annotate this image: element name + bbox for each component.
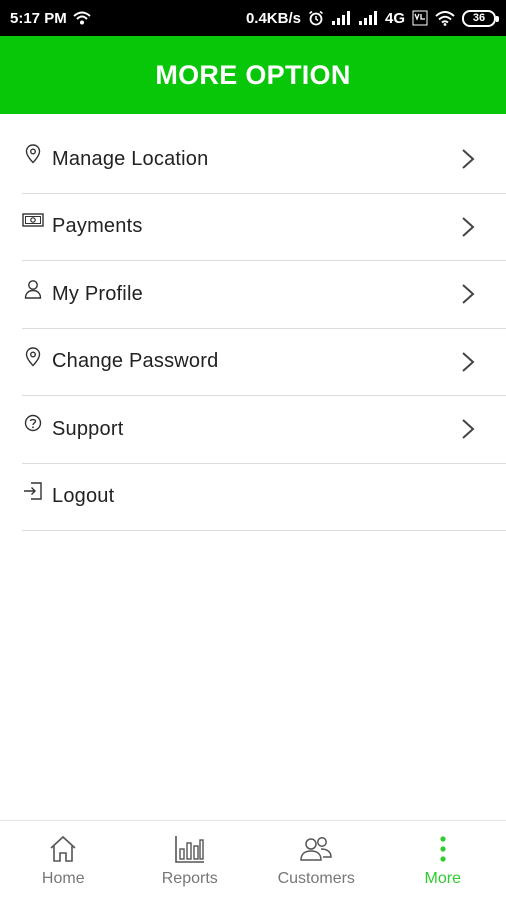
- wifi-icon: [435, 10, 455, 26]
- menu-item-payments[interactable]: Payments: [22, 194, 506, 261]
- menu-item-logout[interactable]: Logout: [22, 464, 506, 531]
- chevron-right-icon: [460, 350, 476, 374]
- money-icon: [22, 212, 44, 234]
- menu-item-label: Payments: [52, 215, 143, 238]
- page-title: MORE OPTION: [155, 59, 351, 90]
- menu-item-manage-location[interactable]: Manage Location: [22, 126, 506, 194]
- nav-item-home[interactable]: Home: [0, 833, 126, 888]
- status-left: 5:17 PM: [10, 10, 91, 27]
- status-right: 0.4KB/s 4G 36: [245, 9, 499, 27]
- person-icon: [22, 279, 44, 301]
- chevron-right-icon: [460, 147, 476, 171]
- menu-item-support[interactable]: Support: [22, 396, 506, 464]
- nav-item-customers[interactable]: Customers: [253, 833, 379, 888]
- help-circle-icon: [22, 414, 44, 436]
- people-icon: [299, 833, 333, 865]
- location-pin-icon: [22, 347, 44, 369]
- chevron-right-icon: [460, 417, 476, 441]
- signal-icon: [331, 11, 351, 25]
- alarm-icon: [308, 10, 324, 26]
- wifi-call-icon: [73, 11, 91, 25]
- menu-item-label: My Profile: [52, 282, 143, 305]
- network-type: 4G: [384, 9, 405, 27]
- menu-item-label: Logout: [52, 485, 115, 508]
- nav-item-more[interactable]: More: [380, 833, 506, 888]
- network-speed: 0.4KB/s: [245, 9, 301, 27]
- app-header: MORE OPTION: [0, 36, 506, 114]
- logout-icon: [22, 482, 44, 504]
- menu-item-label: Support: [52, 417, 124, 440]
- status-bar: 5:17 PM 0.4KB/s 4G 36: [0, 0, 506, 36]
- bar-chart-icon: [174, 833, 206, 865]
- status-time: 5:17 PM: [10, 9, 67, 27]
- home-icon: [48, 833, 78, 865]
- volte-icon: [412, 10, 428, 26]
- more-vertical-icon: [438, 833, 448, 865]
- menu-item-change-password[interactable]: Change Password: [22, 329, 506, 396]
- nav-label: Home: [41, 870, 85, 887]
- menu-item-my-profile[interactable]: My Profile: [22, 261, 506, 329]
- signal-icon-2: [358, 11, 378, 25]
- bottom-navigation: Home Reports Customers More: [0, 820, 506, 900]
- chevron-right-icon: [460, 282, 476, 306]
- nav-item-reports[interactable]: Reports: [127, 833, 253, 888]
- menu-item-label: Manage Location: [52, 147, 209, 170]
- nav-label: Reports: [161, 870, 218, 887]
- battery-indicator: 36: [462, 9, 499, 27]
- location-pin-icon: [22, 144, 44, 166]
- nav-label: Customers: [277, 870, 355, 887]
- menu-item-label: Change Password: [52, 350, 219, 373]
- more-options-menu: Manage Location Payments My Profile Chan…: [22, 126, 506, 531]
- nav-label: More: [424, 870, 461, 887]
- chevron-right-icon: [460, 215, 476, 239]
